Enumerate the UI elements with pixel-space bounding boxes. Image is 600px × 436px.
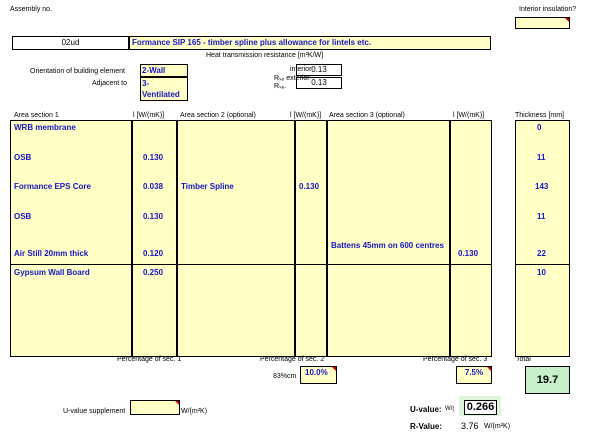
layer-4-thickness[interactable]: 11 [537, 212, 545, 221]
layer-3-lambda2[interactable]: 0.130 [299, 182, 319, 191]
col-area1-header: Area section 1 [14, 112, 59, 119]
u-supplement-unit: W/(m²K) [181, 408, 208, 415]
layer-3-material2[interactable]: Timber Spline [181, 182, 234, 191]
pct-sec2-value[interactable]: 10.0% [300, 366, 337, 384]
interior-insulation-label: Interior insulation? [519, 6, 577, 13]
layer-3-thickness[interactable]: 143 [535, 182, 548, 191]
pct-sec2-prefix: 83%cm [273, 373, 297, 380]
layer-2-thickness[interactable]: 11 [537, 153, 545, 162]
assembly-number-field[interactable]: 02ud [12, 36, 129, 50]
area3-column[interactable] [327, 120, 450, 357]
r-value-result: 3.76 [461, 421, 479, 431]
pct-sec1-label: Percentage of sec. 1 [117, 356, 182, 363]
u-value-calculator: Assembly no. Interior insulation? 02ud F… [0, 0, 600, 436]
u-value-label: U-value: [410, 405, 442, 414]
rse-value[interactable]: 0.13 [296, 77, 342, 89]
assembly-name-field[interactable]: Formance SIP 165 - timber spline plus al… [129, 36, 491, 50]
rsi-value[interactable]: 0.13 [296, 64, 342, 76]
u-value-unit: W/( [445, 406, 455, 412]
col-l2-header: l [W/(mK)] [290, 112, 322, 119]
rse-label: Rₛₑ. [274, 83, 287, 90]
layer-1-material[interactable]: WRB membrane [14, 123, 76, 132]
u-value-result: 0.266 [464, 400, 497, 415]
layer-5-material3[interactable]: Battens 45mm on 600 centres [331, 241, 446, 251]
pct-sec3-value[interactable]: 7.5% [456, 366, 492, 384]
layer-6-lambda1[interactable]: 0.250 [143, 268, 163, 277]
col-thickness-header: Thickness [mm] [515, 112, 565, 119]
u-supplement-field[interactable] [130, 400, 180, 415]
layer-4-lambda1[interactable]: 0.130 [143, 212, 163, 221]
orientation-label: Orientation of building element [30, 68, 125, 75]
resistance-title: Heat transmission resistance [m²K/W] [206, 52, 324, 59]
layer-3-lambda1[interactable]: 0.038 [143, 182, 163, 191]
l3-column[interactable] [450, 120, 492, 357]
col-area3-header: Area section 3 (optional) [329, 112, 405, 119]
col-area2-header: Area section 2 (optional) [180, 112, 256, 119]
layer-5-thickness[interactable]: 22 [537, 249, 546, 258]
area2-column[interactable] [177, 120, 295, 357]
adjacent-label: Adjacent to [92, 80, 128, 87]
total-thickness-value: 19.7 [525, 366, 570, 394]
layer-3-material[interactable]: Formance EPS Core [14, 182, 91, 191]
layer-4-material[interactable]: OSB [14, 212, 31, 221]
total-label: Total [516, 356, 531, 363]
u-supplement-label: U-value supplement [63, 408, 126, 415]
pct-sec3-label: Percentage of sec. 3 [423, 356, 488, 363]
layer-2-material[interactable]: OSB [14, 153, 31, 162]
col-l1-header: l [W/(mK)] [133, 112, 165, 119]
layer-5-material[interactable]: Air Still 20mm thick [14, 249, 88, 258]
orientation-select[interactable]: 2-Wall [140, 64, 188, 77]
assembly-label: Assembly no. [10, 6, 53, 13]
adjacent-select[interactable]: 3- Ventilated [140, 77, 188, 101]
layer-2-lambda1[interactable]: 0.130 [143, 153, 163, 162]
layer-5-lambda3[interactable]: 0.130 [458, 249, 478, 258]
layer-5-lambda1[interactable]: 0.120 [143, 249, 163, 258]
layer-6-material[interactable]: Gypsum Wall Board [14, 268, 90, 277]
layer-6-thickness[interactable]: 10 [537, 268, 546, 277]
r-value-label: R-Value: [410, 422, 443, 431]
pct-sec2-label: Percentage of sec. 2 [260, 356, 325, 363]
interior-insulation-field[interactable] [515, 17, 570, 29]
layer-1-thickness[interactable]: 0 [537, 123, 541, 132]
col-l3-header: l [W/(mK)] [453, 112, 485, 119]
row-divider [10, 264, 492, 265]
r-value-unit: W/(m²K) [484, 423, 511, 430]
row-divider [515, 264, 570, 265]
l2-column[interactable] [295, 120, 327, 357]
